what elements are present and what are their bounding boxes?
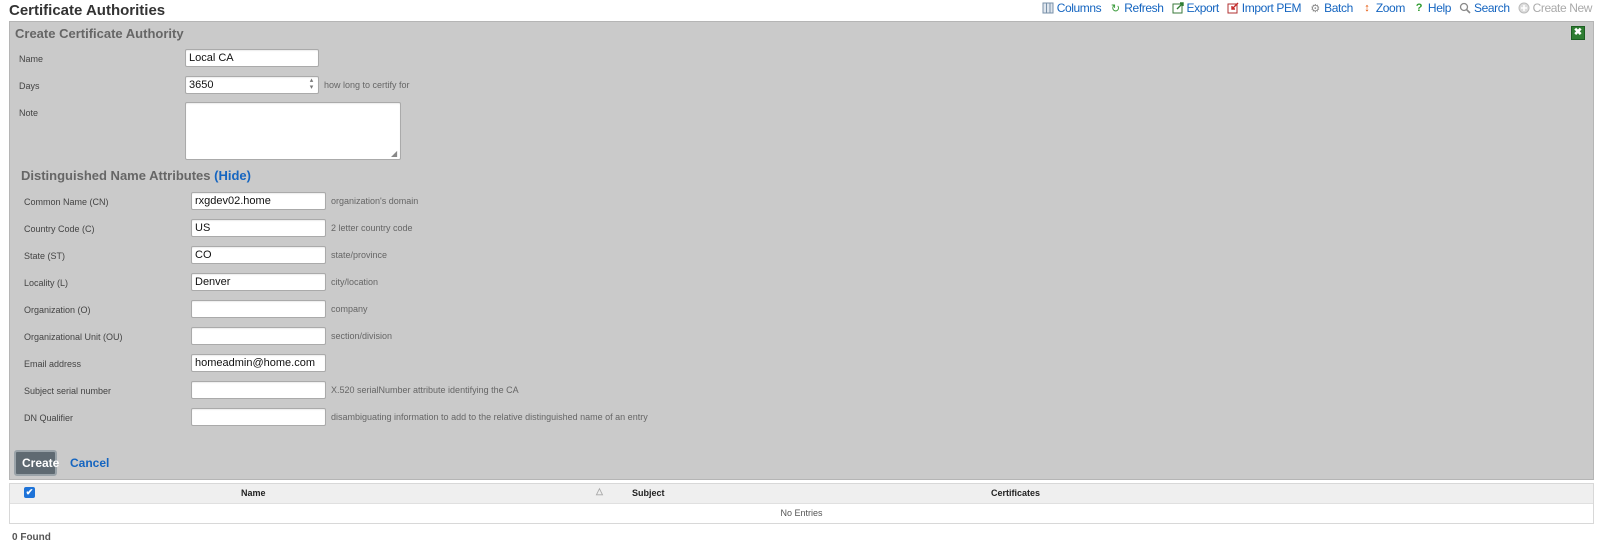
toolbar: Columns ↻ Refresh Export Import PEM ⚙ Ba…: [1034, 0, 1592, 16]
cancel-button[interactable]: Cancel: [70, 456, 109, 470]
zoom-label: Zoom: [1375, 1, 1405, 15]
field-hint: disambiguating information to add to the…: [331, 412, 648, 422]
field-label: Locality (L): [24, 278, 69, 288]
field-hint: X.520 serialNumber attribute identifying…: [331, 385, 519, 395]
column-header-certificates[interactable]: Certificates: [991, 488, 1040, 498]
create-new-button[interactable]: Create New: [1518, 1, 1592, 15]
name-input[interactable]: [185, 49, 319, 67]
note-container: ◢: [185, 102, 401, 160]
import-pem-label: Import PEM: [1241, 1, 1302, 15]
dn-title-text: Distinguished Name Attributes: [21, 168, 211, 183]
refresh-icon: ↻: [1110, 2, 1120, 15]
refresh-label: Refresh: [1124, 1, 1164, 15]
columns-icon: [1042, 2, 1054, 14]
help-label: Help: [1427, 1, 1452, 15]
search-button[interactable]: Search: [1459, 1, 1510, 15]
locality-input[interactable]: [191, 273, 326, 291]
page-title: Certificate Authorities: [9, 2, 166, 19]
org-unit-input[interactable]: [191, 327, 326, 345]
days-input[interactable]: [185, 76, 319, 94]
dn-qualifier-input[interactable]: [191, 408, 326, 426]
resize-grip-icon[interactable]: ◢: [391, 150, 399, 158]
batch-icon: ⚙: [1310, 2, 1320, 15]
note-label: Note: [19, 108, 39, 118]
dn-section-title: Distinguished Name Attributes (Hide): [21, 168, 251, 183]
field-label: Common Name (CN): [24, 197, 109, 207]
table-header: ✔ Name △ Subject Certificates: [10, 484, 1593, 504]
field-hint: company: [331, 304, 368, 314]
serial-number-input[interactable]: [191, 381, 326, 399]
field-label: State (ST): [24, 251, 66, 261]
field-label: Organization (O): [24, 305, 91, 315]
field-hint: state/province: [331, 250, 388, 260]
select-all-checkbox[interactable]: ✔: [24, 487, 35, 498]
create-ca-form: Create Certificate Authority ✖ Name Days…: [9, 21, 1594, 480]
column-header-subject[interactable]: Subject: [632, 488, 665, 498]
days-stepper: ▴▾: [185, 76, 319, 94]
days-label: Days: [19, 81, 40, 91]
empty-message: No Entries: [780, 508, 823, 518]
field-hint: 2 letter country code: [331, 223, 413, 233]
form-title: Create Certificate Authority: [15, 26, 184, 41]
search-icon: [1459, 2, 1471, 14]
zoom-icon: ↕: [1364, 2, 1370, 14]
field-hint: organization's domain: [331, 196, 419, 206]
close-icon[interactable]: ✖: [1571, 26, 1585, 40]
country-code-input[interactable]: [191, 219, 326, 237]
days-hint: how long to certify for: [324, 80, 410, 90]
batch-button[interactable]: ⚙ Batch: [1309, 1, 1353, 15]
state-input[interactable]: [191, 246, 326, 264]
refresh-button[interactable]: ↻ Refresh: [1109, 1, 1164, 15]
export-button[interactable]: Export: [1172, 1, 1219, 15]
columns-button[interactable]: Columns: [1042, 1, 1102, 15]
batch-label: Batch: [1324, 1, 1353, 15]
search-label: Search: [1474, 1, 1510, 15]
export-label: Export: [1186, 1, 1220, 15]
import-icon: [1227, 2, 1239, 14]
help-button[interactable]: ? Help: [1413, 1, 1452, 15]
export-icon: [1172, 2, 1184, 14]
columns-label: Columns: [1056, 1, 1102, 15]
email-input[interactable]: [191, 354, 326, 372]
ca-table: ✔ Name △ Subject Certificates No Entries: [9, 483, 1594, 524]
sort-icon[interactable]: △: [596, 486, 603, 497]
common-name-input[interactable]: [191, 192, 326, 210]
column-header-name[interactable]: Name: [241, 488, 266, 498]
import-pem-button[interactable]: Import PEM: [1227, 1, 1302, 15]
field-hint: section/division: [331, 331, 393, 341]
field-label: DN Qualifier: [24, 413, 74, 423]
zoom-button[interactable]: ↕ Zoom: [1361, 1, 1405, 15]
name-label: Name: [19, 54, 44, 64]
field-label: Email address: [24, 359, 82, 369]
note-textarea[interactable]: [185, 102, 401, 160]
create-new-label: Create New: [1532, 1, 1593, 15]
field-label: Subject serial number: [24, 386, 112, 396]
field-label: Country Code (C): [24, 224, 95, 234]
hide-dn-link[interactable]: (Hide): [214, 168, 251, 183]
spinner-icon[interactable]: ▴ ▾: [306, 77, 317, 91]
field-hint: city/location: [331, 277, 379, 287]
results-count: 0 Found: [12, 532, 51, 543]
organization-input[interactable]: [191, 300, 326, 318]
field-label: Organizational Unit (OU): [24, 332, 123, 342]
help-icon: ?: [1415, 2, 1423, 14]
plus-circle-icon: [1518, 2, 1530, 14]
create-button[interactable]: Create: [14, 450, 59, 476]
